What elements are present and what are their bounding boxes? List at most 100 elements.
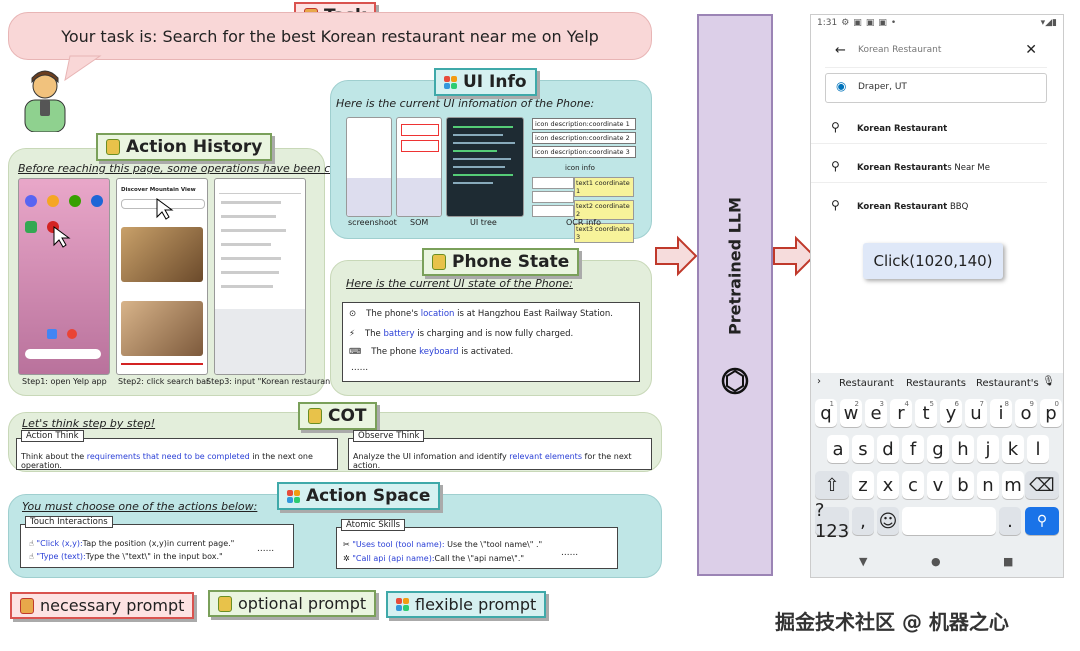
- key-t[interactable]: t5: [915, 399, 937, 427]
- touch-interactions-box: Touch Interactions ☝ "Click (x,y):Tap th…: [20, 516, 294, 568]
- key-u[interactable]: u7: [965, 399, 987, 427]
- comma-key[interactable]: ,: [852, 507, 874, 535]
- lock-icon: [308, 408, 322, 424]
- label-ocr-info: OCR info: [566, 218, 601, 227]
- keyboard: › Restaurant Restaurants Restaurant's 🎙 …: [811, 373, 1063, 553]
- ui-info-caption: Here is the current UI infomation of the…: [336, 97, 595, 110]
- key-z[interactable]: z: [852, 471, 874, 499]
- phone-screen: 1:31 ⚙ ▣ ▣ ▣ • ▾◢▮ ← Korean Restaurant ✕…: [810, 14, 1064, 578]
- dot-icon: •: [890, 18, 897, 28]
- key-o[interactable]: o9: [1015, 399, 1037, 427]
- icon-info-row: icon description:coordinate 1: [532, 118, 636, 130]
- home-nav-icon[interactable]: ●: [931, 555, 941, 568]
- key-a[interactable]: a: [827, 435, 849, 463]
- status-time: 1:31: [817, 18, 838, 28]
- kb-suggestion[interactable]: Restaurants: [906, 378, 966, 389]
- atomic-ellipsis: ......: [561, 548, 579, 558]
- key-e[interactable]: e3: [865, 399, 887, 427]
- lock-icon: [432, 254, 446, 270]
- history-screen-3: [214, 178, 306, 375]
- key-i[interactable]: i8: [990, 399, 1012, 427]
- settings-icon: ⚙: [841, 18, 850, 28]
- location-line: ⊙ The phone's location is at Hangzhou Ea…: [349, 309, 613, 319]
- label-ui-tree: UI tree: [470, 218, 497, 227]
- key-v[interactable]: v: [927, 471, 949, 499]
- watermark: 掘金技术社区 @ 机器之心: [775, 610, 1009, 634]
- key-k[interactable]: k: [1002, 435, 1024, 463]
- touch-type: ☝ "Type (text):Type the \"text\" in the …: [29, 552, 223, 561]
- key-d[interactable]: d: [877, 435, 899, 463]
- atomic-api: ✲ "Call api (api name):Call the \"api na…: [343, 554, 525, 563]
- key-p[interactable]: p0: [1040, 399, 1062, 427]
- backspace-key[interactable]: ⌫: [1025, 471, 1059, 499]
- symbols-key[interactable]: ?123: [815, 500, 849, 542]
- key-g[interactable]: g: [927, 435, 949, 463]
- key-c[interactable]: c: [902, 471, 924, 499]
- phone-state-ellipsis: ......: [351, 363, 369, 373]
- suggestion-item[interactable]: ⚲ Korean Restaurant: [811, 115, 1047, 144]
- action-space-tag: Action Space: [277, 482, 441, 510]
- search-submit-key[interactable]: ⚲: [1025, 507, 1059, 535]
- key-w[interactable]: w2: [840, 399, 862, 427]
- key-j[interactable]: j: [977, 435, 999, 463]
- clear-icon[interactable]: ✕: [1025, 42, 1037, 58]
- space-key[interactable]: [902, 507, 996, 535]
- back-nav-icon[interactable]: ▼: [859, 555, 867, 568]
- kb-suggestion-bar: › Restaurant Restaurants Restaurant's 🎙: [811, 373, 1063, 395]
- emoji-key[interactable]: ☺: [877, 507, 899, 535]
- kb-suggestion[interactable]: Restaurant: [839, 378, 894, 389]
- observe-think-label: Observe Think: [353, 430, 425, 442]
- key-x[interactable]: x: [877, 471, 899, 499]
- ocr-row: text2 coordinate 2: [574, 200, 634, 220]
- legend-necessary: necessary prompt: [10, 592, 195, 619]
- key-y[interactable]: y6: [940, 399, 962, 427]
- atomic-skills-box: Atomic Skills ✂ "Uses tool (tool name): …: [336, 519, 618, 569]
- llm-label: Pretrained LLM: [725, 197, 745, 335]
- recents-nav-icon[interactable]: ■: [1003, 555, 1013, 568]
- period-key[interactable]: .: [999, 507, 1021, 535]
- kb-suggestion[interactable]: Restaurant's: [976, 378, 1039, 389]
- atomic-skills-label: Atomic Skills: [341, 519, 406, 531]
- search-bar[interactable]: ← Korean Restaurant ✕: [825, 37, 1047, 68]
- key-r[interactable]: r4: [890, 399, 912, 427]
- expand-icon[interactable]: ›: [817, 376, 821, 387]
- label-screenshoot: screenshoot: [348, 218, 397, 227]
- location-pin-icon: ◉: [836, 79, 847, 93]
- key-s[interactable]: s: [852, 435, 874, 463]
- ocr-info-list: text1 coordinate 1 text2 coordinate 2 te…: [574, 177, 634, 243]
- legend-optional: optional prompt: [208, 590, 377, 617]
- key-q[interactable]: q1: [815, 399, 837, 427]
- key-n[interactable]: n: [977, 471, 999, 499]
- atomic-tool: ✂ "Uses tool (tool name): Use the \"tool…: [343, 540, 543, 549]
- action-think-label: Action Think: [21, 430, 84, 442]
- suggestion-item[interactable]: ⚲ Korean Restaurant BBQ: [811, 193, 1047, 221]
- cot-label: COT: [328, 406, 367, 426]
- history-screen-1: [18, 178, 110, 375]
- ui-info-label: UI Info: [463, 72, 527, 92]
- icon-info-row: icon description:coordinate 2: [532, 132, 636, 144]
- key-l[interactable]: l: [1027, 435, 1049, 463]
- battery-charging-icon: ⚡: [349, 329, 355, 339]
- search-input[interactable]: Korean Restaurant: [858, 45, 941, 55]
- flexible-icon: [287, 489, 300, 503]
- back-arrow-icon[interactable]: ←: [835, 43, 846, 58]
- suggestion-item[interactable]: ⚲ Korean Restaurants Near Me: [811, 154, 1047, 183]
- cot-tag: COT: [298, 402, 377, 430]
- key-m[interactable]: m: [1002, 471, 1024, 499]
- shift-key[interactable]: ⇧: [815, 471, 849, 499]
- ui-tree-thumb: [446, 117, 524, 217]
- mic-icon[interactable]: 🎙: [1042, 376, 1055, 387]
- icon-info-row: icon description:coordinate 3: [532, 146, 636, 158]
- legend-flexible-label: flexible prompt: [415, 595, 537, 614]
- wifi-battery-icon: ▾◢▮: [1040, 18, 1057, 28]
- cursor-icon: [53, 226, 71, 248]
- location-input[interactable]: Draper, UT: [858, 82, 907, 92]
- keyboard-line: ⌨ The phone keyboard is activated.: [349, 347, 514, 357]
- action-output-badge: Click(1020,140): [863, 243, 1003, 279]
- key-f[interactable]: f: [902, 435, 924, 463]
- action-history-tag: Action History: [96, 133, 273, 161]
- key-h[interactable]: h: [952, 435, 974, 463]
- key-b[interactable]: b: [952, 471, 974, 499]
- legend-optional-label: optional prompt: [238, 594, 367, 613]
- location-field[interactable]: ◉ Draper, UT: [825, 73, 1047, 103]
